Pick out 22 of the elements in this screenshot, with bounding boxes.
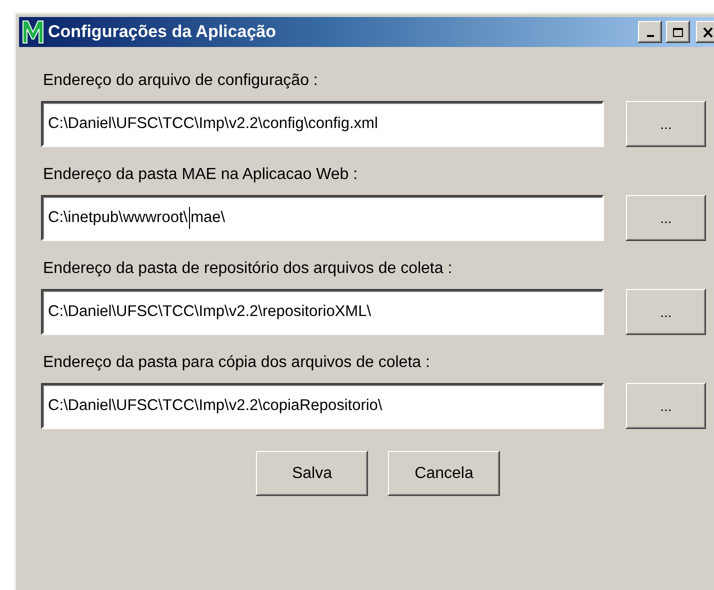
field-label: Endereço da pasta MAE na Aplicacao Web : bbox=[43, 165, 359, 185]
minimize-button[interactable] bbox=[638, 21, 662, 43]
browse-button[interactable]: ... bbox=[626, 289, 706, 335]
app-logo-icon bbox=[22, 20, 44, 44]
field-label: Endereço da pasta para cópia dos arquivos de coleta : bbox=[43, 353, 431, 373]
path-input-field[interactable]: C:\Daniel\UFSC\TCC\Imp\v2.2\copiaRepositorio\ bbox=[41, 383, 604, 429]
close-button[interactable] bbox=[696, 21, 714, 43]
save-button[interactable]: Salva bbox=[256, 451, 368, 496]
close-icon bbox=[702, 26, 714, 38]
window-title: Configurações da Aplicação bbox=[48, 22, 277, 42]
field-label: Endereço da pasta de repositório dos arquivos de coleta : bbox=[43, 259, 454, 279]
browse-button[interactable]: ... bbox=[626, 195, 706, 241]
minimize-icon bbox=[646, 35, 654, 37]
browse-button[interactable]: ... bbox=[626, 101, 706, 147]
path-input-field[interactable]: C:\Daniel\UFSC\TCC\Imp\v2.2\config\config.xml bbox=[41, 101, 604, 147]
path-input-field[interactable]: C:\Daniel\UFSC\TCC\Imp\v2.2\repositorioXML\ bbox=[41, 289, 604, 335]
path-input-field[interactable]: C:\inetpub\wwwroot\mae\ bbox=[41, 195, 604, 241]
cancel-button[interactable]: Cancela bbox=[388, 451, 500, 496]
field-label: Endereço do arquivo de configuração : bbox=[43, 71, 319, 91]
maximize-icon bbox=[672, 26, 684, 38]
browse-button[interactable]: ... bbox=[626, 383, 706, 429]
maximize-button[interactable] bbox=[666, 21, 690, 43]
